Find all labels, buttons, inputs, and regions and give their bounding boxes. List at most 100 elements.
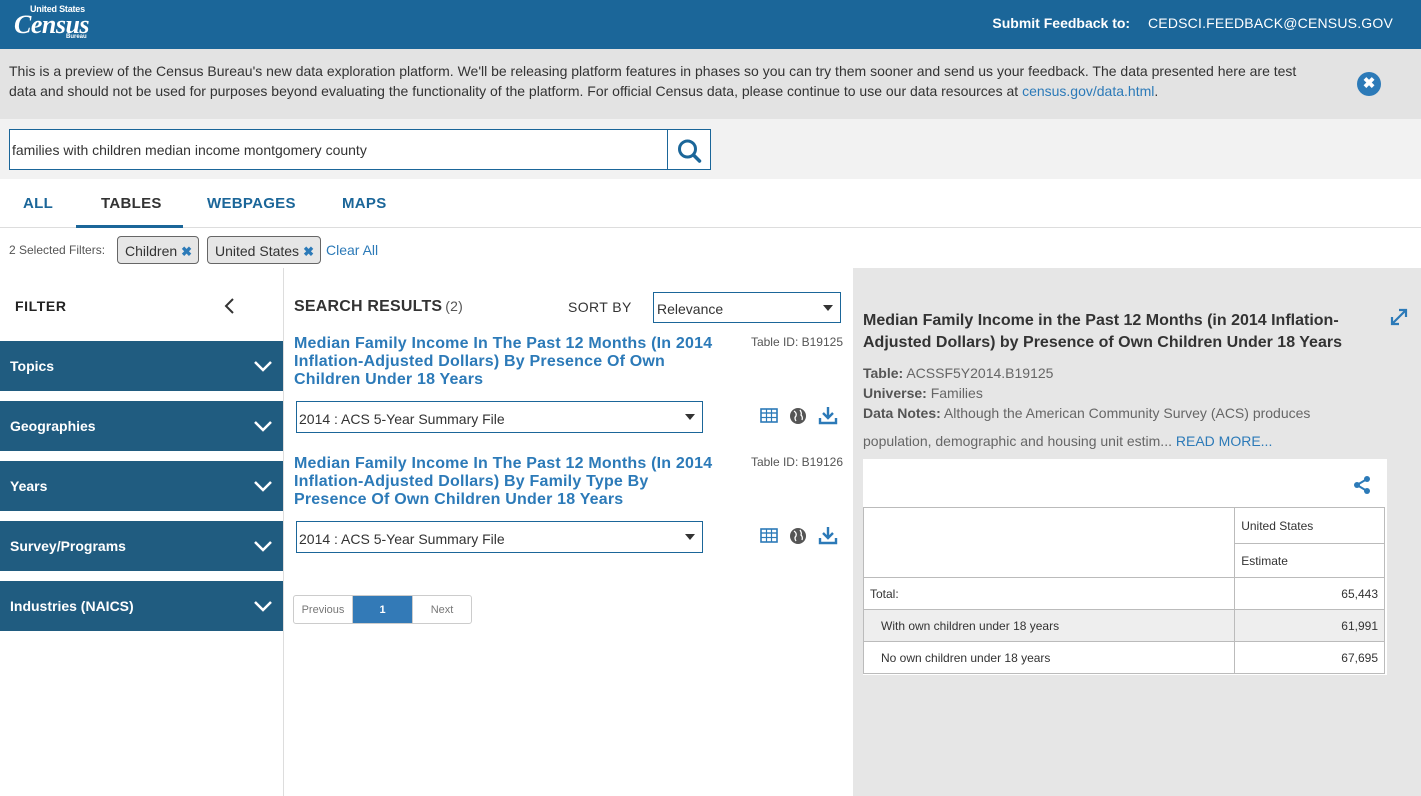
tab-all[interactable]: ALL	[23, 195, 53, 212]
chevron-down-icon	[254, 421, 272, 432]
search-input[interactable]: families with children median income mon…	[9, 129, 669, 170]
result-actions	[760, 527, 840, 547]
filter-chip-label: United States	[215, 243, 300, 259]
table-preview-panel: Median Family Income in the Past 12 Mont…	[853, 268, 1421, 796]
expand-icon[interactable]	[1390, 308, 1408, 326]
pagination-previous[interactable]: Previous	[294, 596, 353, 623]
table-row-label: No own children under 18 years	[862, 641, 1236, 674]
search-results-panel: SEARCH RESULTS (2) SORT BY Relevance Medi…	[284, 268, 853, 796]
vintage-selected-value: 2014 : ACS 5-Year Summary File	[299, 531, 505, 547]
selected-filters-count: 2 Selected Filters:	[9, 243, 106, 257]
clear-all-link[interactable]: Clear All	[326, 242, 378, 258]
table-row-label: Total:	[862, 577, 1236, 610]
download-icon[interactable]	[818, 526, 838, 545]
filter-chip-children[interactable]: Children ✖	[117, 236, 200, 264]
table-row-value: 67,695	[1234, 641, 1385, 674]
preview-title: Median Family Income in the Past 12 Mont…	[863, 312, 1342, 351]
preview-universe-meta: Universe: Families	[863, 385, 983, 401]
chevron-down-icon	[254, 541, 272, 552]
feedback-area: Submit Feedback to: CEDSCI.FEEDBACK@CENS…	[992, 15, 1393, 31]
chevron-left-icon[interactable]	[220, 296, 240, 316]
sidebar-item-label: Years	[10, 478, 48, 494]
preview-data-table-card: United States Estimate Total: 65,443 Wit…	[862, 459, 1387, 675]
filter-sidebar: FILTER Topics Geographies Years Survey/P…	[0, 268, 284, 796]
download-icon[interactable]	[818, 406, 838, 425]
top-header: United States Census Bureau Submit Feedb…	[0, 0, 1421, 49]
pagination: Previous 1 Next	[293, 595, 472, 624]
logo-bottom-text: Bureau	[66, 34, 87, 40]
caret-down-icon	[685, 534, 695, 540]
sort-by-label: SORT BY	[568, 299, 632, 315]
preview-table-meta: Table: ACSSF5Y2014.B19125	[863, 365, 1053, 381]
table-icon[interactable]	[760, 408, 778, 423]
result-table-id: Table ID: B19126	[750, 455, 843, 469]
read-more-link[interactable]: READ MORE...	[1176, 433, 1272, 449]
sidebar-item-topics[interactable]: Topics	[0, 341, 283, 391]
vintage-select[interactable]: 2014 : ACS 5-Year Summary File	[296, 521, 703, 553]
chevron-down-icon	[254, 361, 272, 372]
filter-chip-label: Children	[125, 243, 178, 259]
tab-webpages[interactable]: WEBPAGES	[207, 195, 296, 212]
meta-universe-label: Universe:	[863, 385, 927, 401]
share-icon[interactable]	[1352, 475, 1372, 495]
selected-filters-bar: 2 Selected Filters: Children ✖ United Sta…	[0, 228, 1421, 268]
feedback-label: Submit Feedback to:	[992, 15, 1131, 31]
sort-select[interactable]: Relevance	[653, 292, 841, 323]
banner-close-icon[interactable]: ✖	[1357, 72, 1381, 96]
result-table-id: Table ID: B19125	[750, 335, 843, 349]
vintage-select[interactable]: 2014 : ACS 5-Year Summary File	[296, 401, 703, 433]
table-row-value: 65,443	[1234, 577, 1385, 610]
preview-data-table: United States Estimate Total: 65,443 Wit…	[862, 507, 1385, 674]
sidebar-item-label: Geographies	[10, 418, 96, 434]
feedback-email-link[interactable]: CEDSCI.FEEDBACK@CENSUS.GOV	[1148, 15, 1393, 31]
banner-period: .	[1154, 83, 1159, 99]
remove-filter-icon[interactable]: ✖	[303, 244, 314, 259]
globe-icon[interactable]	[789, 407, 807, 425]
results-heading-text: SEARCH RESULTS	[294, 298, 443, 315]
chevron-down-icon	[254, 481, 272, 492]
result-tabs: ALL TABLES WEBPAGES MAPS	[0, 179, 1421, 228]
result-title-link[interactable]: Median Family Income In The Past 12 Mont…	[294, 455, 714, 509]
search-button[interactable]	[667, 129, 711, 170]
table-row-value: 61,991	[1234, 609, 1385, 642]
table-row: No own children under 18 years 67,695	[862, 641, 1385, 674]
sidebar-item-geographies[interactable]: Geographies	[0, 401, 283, 451]
table-row: Total: 65,443	[862, 577, 1385, 610]
sidebar-item-label: Survey/Programs	[10, 538, 126, 554]
tab-tables[interactable]: TABLES	[101, 195, 162, 212]
sidebar-item-label: Topics	[10, 358, 55, 374]
results-count: (2)	[445, 298, 464, 314]
pagination-page-1[interactable]: 1	[353, 596, 412, 623]
remove-filter-icon[interactable]: ✖	[181, 244, 192, 259]
filter-chip-united-states[interactable]: United States ✖	[207, 236, 321, 264]
table-corner-cell	[862, 507, 1236, 578]
result-actions	[760, 407, 840, 427]
result-title-link[interactable]: Median Family Income In The Past 12 Mont…	[294, 335, 714, 389]
table-icon[interactable]	[760, 528, 778, 543]
filter-title: FILTER	[15, 298, 67, 314]
meta-table-value: ACSSF5Y2014.B19125	[906, 365, 1054, 381]
table-geo-header: United States	[1234, 507, 1385, 544]
sidebar-item-industries[interactable]: Industries (NAICS)	[0, 581, 283, 631]
banner-text: This is a preview of the Census Bureau's…	[9, 61, 1319, 101]
sidebar-item-years[interactable]: Years	[0, 461, 283, 511]
preview-banner: This is a preview of the Census Bureau's…	[0, 49, 1421, 119]
preview-notes-meta: Data Notes: Although the American Commun…	[863, 405, 1310, 421]
tab-maps[interactable]: MAPS	[342, 195, 387, 212]
meta-notes-line2: population, demographic and housing unit…	[863, 433, 1172, 449]
pagination-next[interactable]: Next	[412, 596, 471, 623]
table-row: With own children under 18 years 61,991	[862, 609, 1385, 642]
sort-selected-value: Relevance	[657, 301, 724, 317]
census-logo[interactable]: United States Census Bureau	[14, 4, 94, 44]
meta-universe-value: Families	[930, 385, 983, 401]
preview-notes-continued: population, demographic and housing unit…	[863, 433, 1272, 449]
table-column-header: Estimate	[1234, 543, 1385, 578]
table-row-label: With own children under 18 years	[862, 609, 1236, 642]
sidebar-item-survey-programs[interactable]: Survey/Programs	[0, 521, 283, 571]
search-results-heading: SEARCH RESULTS (2)	[294, 298, 463, 316]
sidebar-item-label: Industries (NAICS)	[10, 598, 134, 614]
census-data-link[interactable]: census.gov/data.html	[1022, 83, 1154, 99]
chevron-down-icon	[254, 601, 272, 612]
globe-icon[interactable]	[789, 527, 807, 545]
meta-notes-label: Data Notes:	[863, 405, 941, 421]
